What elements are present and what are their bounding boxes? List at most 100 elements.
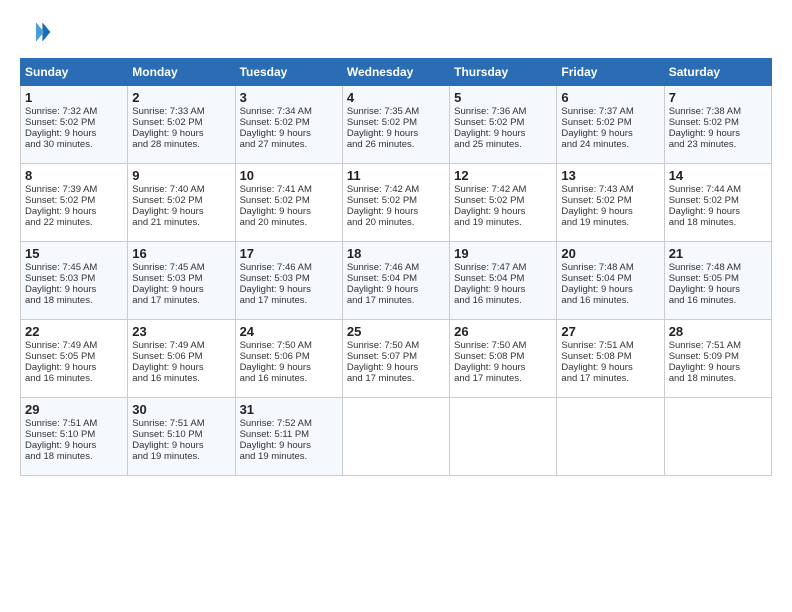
day-number: 7	[669, 90, 767, 105]
day-number: 20	[561, 246, 659, 261]
day-info-line: Daylight: 9 hours	[240, 440, 338, 451]
day-info-line: Daylight: 9 hours	[561, 128, 659, 139]
day-cell: 30Sunrise: 7:51 AMSunset: 5:10 PMDayligh…	[128, 398, 235, 476]
day-info-line: Daylight: 9 hours	[454, 206, 552, 217]
day-info-line: and 16 minutes.	[561, 295, 659, 306]
day-info-line: Sunset: 5:02 PM	[25, 195, 123, 206]
day-cell: 14Sunrise: 7:44 AMSunset: 5:02 PMDayligh…	[664, 164, 771, 242]
day-info-line: Sunset: 5:05 PM	[25, 351, 123, 362]
day-info-line: Daylight: 9 hours	[669, 206, 767, 217]
day-number: 28	[669, 324, 767, 339]
day-number: 3	[240, 90, 338, 105]
day-info-line: Sunrise: 7:52 AM	[240, 418, 338, 429]
day-info-line: and 19 minutes.	[561, 217, 659, 228]
day-info-line: Sunrise: 7:48 AM	[561, 262, 659, 273]
day-cell: 24Sunrise: 7:50 AMSunset: 5:06 PMDayligh…	[235, 320, 342, 398]
day-info-line: Daylight: 9 hours	[132, 284, 230, 295]
day-cell: 11Sunrise: 7:42 AMSunset: 5:02 PMDayligh…	[342, 164, 449, 242]
day-info-line: Sunrise: 7:49 AM	[25, 340, 123, 351]
header-cell-tuesday: Tuesday	[235, 59, 342, 86]
day-number: 17	[240, 246, 338, 261]
header	[20, 16, 772, 48]
page: SundayMondayTuesdayWednesdayThursdayFrid…	[0, 0, 792, 486]
day-info-line: and 18 minutes.	[669, 217, 767, 228]
day-info-line: Sunrise: 7:50 AM	[240, 340, 338, 351]
day-number: 29	[25, 402, 123, 417]
day-info-line: Sunset: 5:02 PM	[347, 117, 445, 128]
day-info-line: and 27 minutes.	[240, 139, 338, 150]
day-info-line: Daylight: 9 hours	[347, 206, 445, 217]
day-info-line: Sunrise: 7:51 AM	[132, 418, 230, 429]
day-info-line: and 16 minutes.	[454, 295, 552, 306]
day-cell	[557, 398, 664, 476]
day-info-line: Sunset: 5:03 PM	[25, 273, 123, 284]
day-number: 14	[669, 168, 767, 183]
day-info-line: Sunrise: 7:35 AM	[347, 106, 445, 117]
day-info-line: Daylight: 9 hours	[454, 128, 552, 139]
header-row: SundayMondayTuesdayWednesdayThursdayFrid…	[21, 59, 772, 86]
day-info-line: Daylight: 9 hours	[132, 128, 230, 139]
day-cell: 25Sunrise: 7:50 AMSunset: 5:07 PMDayligh…	[342, 320, 449, 398]
day-info-line: Daylight: 9 hours	[240, 362, 338, 373]
day-info-line: Sunrise: 7:50 AM	[347, 340, 445, 351]
day-info-line: Sunrise: 7:50 AM	[454, 340, 552, 351]
day-info-line: Sunset: 5:09 PM	[669, 351, 767, 362]
day-info-line: and 19 minutes.	[240, 451, 338, 462]
day-cell: 4Sunrise: 7:35 AMSunset: 5:02 PMDaylight…	[342, 86, 449, 164]
day-cell: 19Sunrise: 7:47 AMSunset: 5:04 PMDayligh…	[450, 242, 557, 320]
header-cell-wednesday: Wednesday	[342, 59, 449, 86]
day-number: 22	[25, 324, 123, 339]
day-info-line: Daylight: 9 hours	[347, 284, 445, 295]
day-info-line: Daylight: 9 hours	[561, 362, 659, 373]
day-number: 25	[347, 324, 445, 339]
day-info-line: Sunset: 5:03 PM	[132, 273, 230, 284]
day-info-line: Sunrise: 7:51 AM	[25, 418, 123, 429]
header-cell-friday: Friday	[557, 59, 664, 86]
header-cell-sunday: Sunday	[21, 59, 128, 86]
day-number: 24	[240, 324, 338, 339]
day-number: 31	[240, 402, 338, 417]
day-number: 1	[25, 90, 123, 105]
day-info-line: Sunrise: 7:33 AM	[132, 106, 230, 117]
day-info-line: and 16 minutes.	[669, 295, 767, 306]
day-info-line: Sunset: 5:02 PM	[240, 195, 338, 206]
day-info-line: and 17 minutes.	[132, 295, 230, 306]
week-row-5: 29Sunrise: 7:51 AMSunset: 5:10 PMDayligh…	[21, 398, 772, 476]
day-info-line: Sunset: 5:10 PM	[25, 429, 123, 440]
day-info-line: Sunset: 5:08 PM	[561, 351, 659, 362]
day-info-line: Daylight: 9 hours	[347, 362, 445, 373]
day-info-line: Sunrise: 7:45 AM	[132, 262, 230, 273]
day-cell: 16Sunrise: 7:45 AMSunset: 5:03 PMDayligh…	[128, 242, 235, 320]
day-info-line: Sunrise: 7:32 AM	[25, 106, 123, 117]
day-info-line: and 18 minutes.	[25, 295, 123, 306]
day-cell: 2Sunrise: 7:33 AMSunset: 5:02 PMDaylight…	[128, 86, 235, 164]
day-info-line: Daylight: 9 hours	[347, 128, 445, 139]
day-number: 21	[669, 246, 767, 261]
day-info-line: Sunrise: 7:45 AM	[25, 262, 123, 273]
day-info-line: Sunrise: 7:51 AM	[561, 340, 659, 351]
day-info-line: and 16 minutes.	[132, 373, 230, 384]
day-info-line: Sunrise: 7:37 AM	[561, 106, 659, 117]
day-info-line: and 30 minutes.	[25, 139, 123, 150]
day-number: 18	[347, 246, 445, 261]
day-cell: 5Sunrise: 7:36 AMSunset: 5:02 PMDaylight…	[450, 86, 557, 164]
day-cell: 23Sunrise: 7:49 AMSunset: 5:06 PMDayligh…	[128, 320, 235, 398]
day-cell: 8Sunrise: 7:39 AMSunset: 5:02 PMDaylight…	[21, 164, 128, 242]
day-info-line: Sunrise: 7:44 AM	[669, 184, 767, 195]
day-info-line: Sunset: 5:10 PM	[132, 429, 230, 440]
day-cell	[342, 398, 449, 476]
day-info-line: Sunset: 5:02 PM	[240, 117, 338, 128]
day-cell: 20Sunrise: 7:48 AMSunset: 5:04 PMDayligh…	[557, 242, 664, 320]
day-info-line: Sunset: 5:03 PM	[240, 273, 338, 284]
day-info-line: Sunset: 5:05 PM	[669, 273, 767, 284]
day-number: 26	[454, 324, 552, 339]
day-info-line: Daylight: 9 hours	[669, 284, 767, 295]
day-info-line: Sunset: 5:06 PM	[240, 351, 338, 362]
day-number: 10	[240, 168, 338, 183]
day-info-line: and 18 minutes.	[25, 451, 123, 462]
day-number: 11	[347, 168, 445, 183]
day-info-line: and 23 minutes.	[669, 139, 767, 150]
day-cell	[664, 398, 771, 476]
day-info-line: Sunset: 5:02 PM	[669, 195, 767, 206]
day-info-line: Daylight: 9 hours	[240, 128, 338, 139]
